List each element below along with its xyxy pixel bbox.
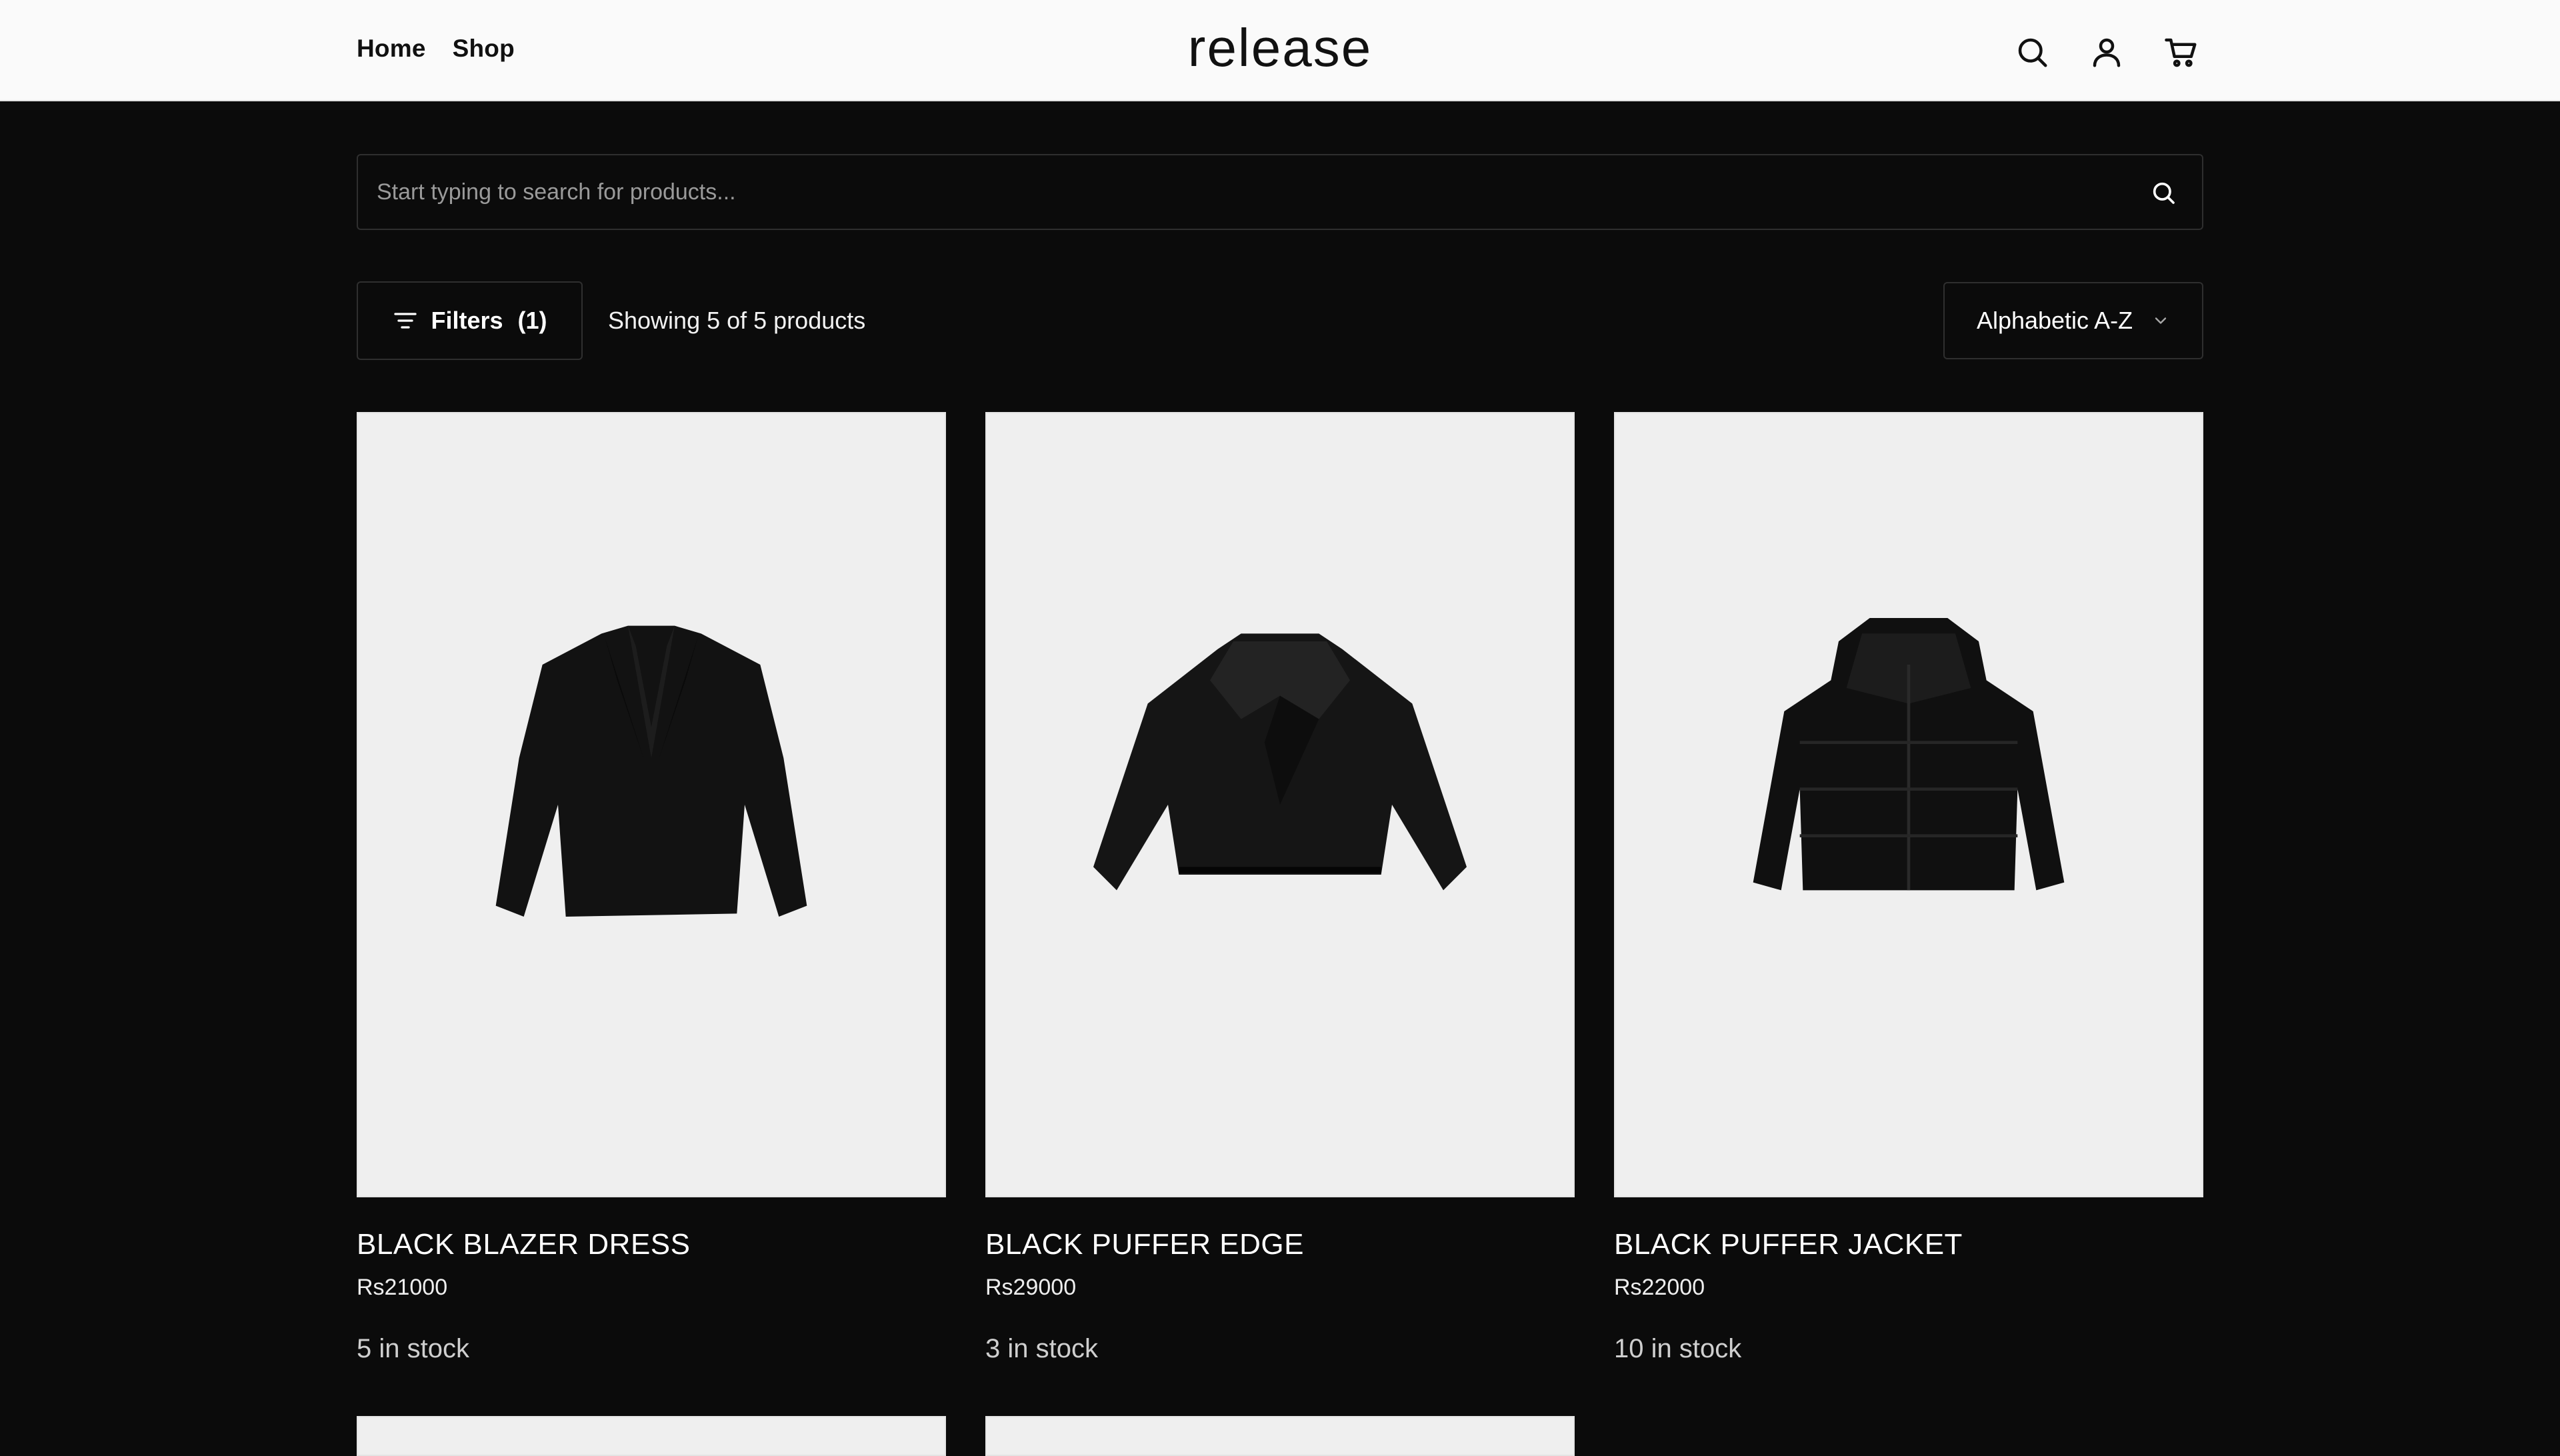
main-nav: Home Shop bbox=[357, 35, 515, 63]
sort-selected-value: Alphabetic A-Z bbox=[1976, 307, 2133, 334]
product-card[interactable]: BLACK PUFFER JACKET Rs22000 10 in stock bbox=[1614, 412, 2203, 1364]
product-card[interactable] bbox=[357, 1416, 946, 1456]
chevron-down-icon bbox=[2155, 317, 2167, 324]
product-search-input[interactable] bbox=[377, 155, 2110, 229]
user-icon[interactable] bbox=[2087, 32, 2127, 72]
header-actions bbox=[2012, 32, 2201, 72]
site-header: Home Shop release bbox=[0, 0, 2560, 101]
sort-dropdown[interactable]: Alphabetic A-Z bbox=[1943, 282, 2203, 359]
product-price: Rs29000 bbox=[985, 1275, 1077, 1300]
product-stock: 5 in stock bbox=[357, 1334, 469, 1363]
filter-lines-icon bbox=[394, 313, 417, 329]
site-logo[interactable]: release bbox=[1188, 18, 1372, 77]
product-name[interactable]: BLACK PUFFER EDGE bbox=[985, 1228, 1575, 1261]
product-image[interactable] bbox=[985, 412, 1575, 1197]
product-image[interactable] bbox=[357, 1416, 946, 1456]
product-card[interactable]: BLACK PUFFER EDGE Rs29000 3 in stock bbox=[985, 412, 1575, 1364]
filters-label: Filters bbox=[431, 307, 503, 334]
results-count: Showing 5 of 5 products bbox=[608, 307, 866, 334]
search-icon[interactable] bbox=[2012, 32, 2052, 72]
product-card[interactable]: BLACK BLAZER DRESS Rs21000 5 in stock bbox=[357, 412, 946, 1364]
puffer-edge-image bbox=[1093, 633, 1467, 891]
product-stock: 10 in stock bbox=[1614, 1334, 1742, 1363]
search-icon[interactable] bbox=[2150, 179, 2177, 206]
blazer-dress-image bbox=[495, 625, 807, 917]
product-search-bar bbox=[357, 154, 2203, 230]
product-price: Rs21000 bbox=[357, 1275, 448, 1300]
product-image[interactable] bbox=[1614, 412, 2203, 1197]
product-name[interactable]: BLACK PUFFER JACKET bbox=[1614, 1228, 2203, 1261]
puffer-jacket-image bbox=[1753, 618, 2065, 891]
product-name[interactable]: BLACK BLAZER DRESS bbox=[357, 1228, 946, 1261]
product-stock: 3 in stock bbox=[985, 1334, 1098, 1363]
filters-button[interactable]: Filters (1) bbox=[357, 281, 583, 360]
nav-shop-link[interactable]: Shop bbox=[453, 35, 515, 63]
filters-count: (1) bbox=[517, 307, 547, 334]
product-image[interactable] bbox=[985, 1416, 1575, 1456]
product-image[interactable] bbox=[357, 412, 946, 1197]
product-card[interactable] bbox=[985, 1416, 1575, 1456]
product-price: Rs22000 bbox=[1614, 1275, 1705, 1300]
cart-icon[interactable] bbox=[2161, 32, 2201, 72]
nav-home-link[interactable]: Home bbox=[357, 35, 426, 63]
